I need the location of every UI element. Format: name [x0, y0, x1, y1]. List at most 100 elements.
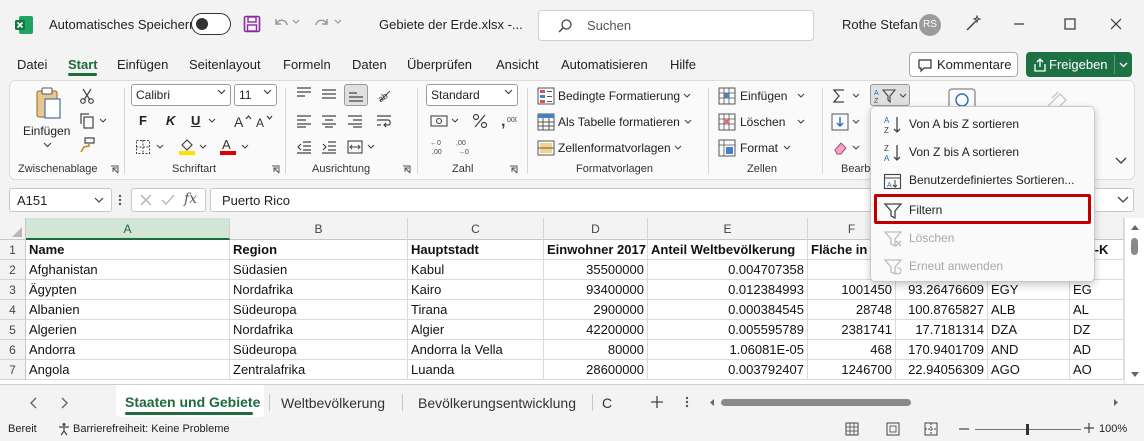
table-cell[interactable]: 80000 [544, 340, 648, 360]
row-header[interactable]: 7 [0, 360, 26, 380]
table-cell[interactable]: Kairo [408, 280, 544, 300]
accessibility-icon[interactable] [57, 422, 71, 436]
align-top-icon[interactable] [295, 86, 313, 102]
menu-item-custom-sort[interactable]: A Benutzerdefiniertes Sortieren... [871, 166, 1094, 194]
sheet-tab-weltbevoelkerung[interactable]: Weltbevölkerung [281, 395, 385, 411]
column-header-a[interactable]: A [26, 218, 230, 240]
scroll-right-icon[interactable] [1112, 398, 1119, 407]
borders-icon[interactable] [134, 139, 152, 155]
format-cells-icon[interactable] [718, 139, 736, 157]
conditional-formatting-icon[interactable] [537, 87, 555, 105]
row-header[interactable]: 4 [0, 300, 26, 320]
table-cell[interactable]: 0.005595789 [648, 320, 808, 340]
table-cell[interactable]: Algerien [26, 320, 230, 340]
cancel-entry-icon[interactable] [139, 193, 153, 207]
column-title-cell[interactable]: Hauptstadt [408, 240, 544, 260]
table-cell[interactable]: Nordafrika [230, 280, 408, 300]
table-cell[interactable]: 0.000384545 [648, 300, 808, 320]
format-painter-icon[interactable] [78, 136, 96, 154]
column-header-c[interactable]: C [408, 218, 544, 240]
conditional-dropdown-icon[interactable] [683, 93, 691, 99]
thousands-separator-icon[interactable]: , 000 [499, 112, 517, 130]
table-cell[interactable]: 0.003792407 [648, 360, 808, 380]
fill-dropdown-icon[interactable] [852, 119, 860, 125]
menu-item-sort-a-z[interactable]: AZ Von A bis Z sortieren [871, 110, 1094, 138]
decrease-font-icon[interactable]: A [256, 113, 274, 129]
ribbon-collapse-icon[interactable] [1115, 156, 1127, 166]
clear-icon[interactable] [831, 139, 849, 157]
tab-automatisieren[interactable]: Automatisieren [561, 57, 648, 72]
user-name[interactable]: Rothe Stefan [842, 17, 918, 32]
undo-dropdown-icon[interactable] [292, 18, 300, 26]
designer-wand-icon[interactable] [964, 15, 982, 33]
table-cell[interactable]: Ägypten [26, 280, 230, 300]
tab-ueberpruefen[interactable]: Überprüfen [407, 57, 472, 72]
clear-dropdown-icon[interactable] [852, 145, 860, 151]
tab-daten[interactable]: Daten [352, 57, 387, 72]
table-cell[interactable]: Südasien [230, 260, 408, 280]
redo-icon[interactable] [313, 15, 331, 33]
formula-expand-icon[interactable] [1117, 195, 1129, 205]
decrease-indent-icon[interactable] [295, 139, 313, 155]
table-cell[interactable]: AND [988, 340, 1070, 360]
table-cell[interactable]: 1.06081E-05 [648, 340, 808, 360]
number-format-select[interactable]: Standard [426, 84, 518, 106]
increase-font-icon[interactable]: A [234, 113, 252, 129]
sort-filter-button[interactable]: AZ [870, 84, 910, 106]
comments-button[interactable]: Kommentare [909, 52, 1018, 77]
insert-function-button[interactable]: fx [184, 191, 197, 207]
fill-color-icon[interactable] [178, 137, 196, 155]
table-cell[interactable]: Andorra la Vella [408, 340, 544, 360]
tab-start[interactable]: Start [68, 57, 98, 72]
scroll-left-icon[interactable] [708, 398, 715, 407]
vertical-scrollbar[interactable] [1124, 218, 1144, 384]
sheet-tab-staaten[interactable]: Staaten und Gebiete [116, 385, 264, 417]
borders-dropdown-icon[interactable] [156, 144, 164, 150]
fill-icon[interactable] [831, 113, 849, 131]
wrap-text-icon[interactable] [375, 113, 393, 129]
redo-dropdown-icon[interactable] [334, 18, 342, 26]
column-title-cell[interactable]: Region [230, 240, 408, 260]
table-cell[interactable]: Zentralafrika [230, 360, 408, 380]
table-cell[interactable]: Südeuropa [230, 340, 408, 360]
copy-dropdown-icon[interactable] [99, 118, 107, 124]
sheet-tab-c[interactable]: C [602, 395, 612, 411]
table-cell[interactable]: Südeuropa [230, 300, 408, 320]
table-cell[interactable]: AO [1070, 360, 1124, 380]
table-cell[interactable]: 100.8765827 [896, 300, 988, 320]
tab-formeln[interactable]: Formeln [283, 57, 331, 72]
table-cell[interactable]: Angola [26, 360, 230, 380]
accounting-dropdown-icon[interactable] [451, 118, 459, 124]
zoom-in-icon[interactable] [1084, 423, 1094, 433]
cell-styles-label[interactable]: Zellenformatvorlagen [558, 141, 671, 155]
increase-indent-icon[interactable] [320, 139, 338, 155]
add-sheet-icon[interactable] [650, 395, 664, 409]
table-cell[interactable]: DZ [1070, 320, 1124, 340]
page-layout-view-icon[interactable] [886, 422, 900, 436]
tab-seitenlayout[interactable]: Seitenlayout [189, 57, 261, 72]
merge-center-icon[interactable] [346, 139, 364, 155]
vertical-scroll-thumb[interactable] [1131, 238, 1138, 255]
format-cells-dropdown-icon[interactable] [783, 145, 791, 151]
cell-styles-dropdown-icon[interactable] [674, 145, 682, 151]
decrease-decimal-icon[interactable]: ,00 →0 [456, 137, 476, 155]
table-cell[interactable]: Nordafrika [230, 320, 408, 340]
column-title-cell[interactable]: Einwohner 2017 [544, 240, 648, 260]
table-cell[interactable]: Luanda [408, 360, 544, 380]
align-left-icon[interactable] [295, 113, 313, 129]
table-cell[interactable]: 22.94056309 [896, 360, 988, 380]
autosum-icon[interactable] [831, 87, 847, 105]
tab-hilfe[interactable]: Hilfe [670, 57, 696, 72]
merge-dropdown-icon[interactable] [367, 144, 375, 150]
save-icon[interactable] [243, 15, 261, 33]
maximize-icon[interactable] [1063, 17, 1077, 31]
share-dropdown-icon[interactable] [1119, 61, 1128, 69]
format-as-table-dropdown-icon[interactable] [684, 119, 692, 125]
cell-styles-icon[interactable] [537, 139, 555, 157]
conditional-formatting-label[interactable]: Bedingte Formatierung [558, 89, 680, 103]
table-cell[interactable]: 93.26476609 [896, 280, 988, 300]
table-cell[interactable]: 0.004707358 [648, 260, 808, 280]
search-box[interactable]: Suchen [538, 10, 814, 41]
scroll-down-icon[interactable] [1130, 370, 1140, 378]
format-as-table-label[interactable]: Als Tabelle formatieren [558, 115, 680, 129]
